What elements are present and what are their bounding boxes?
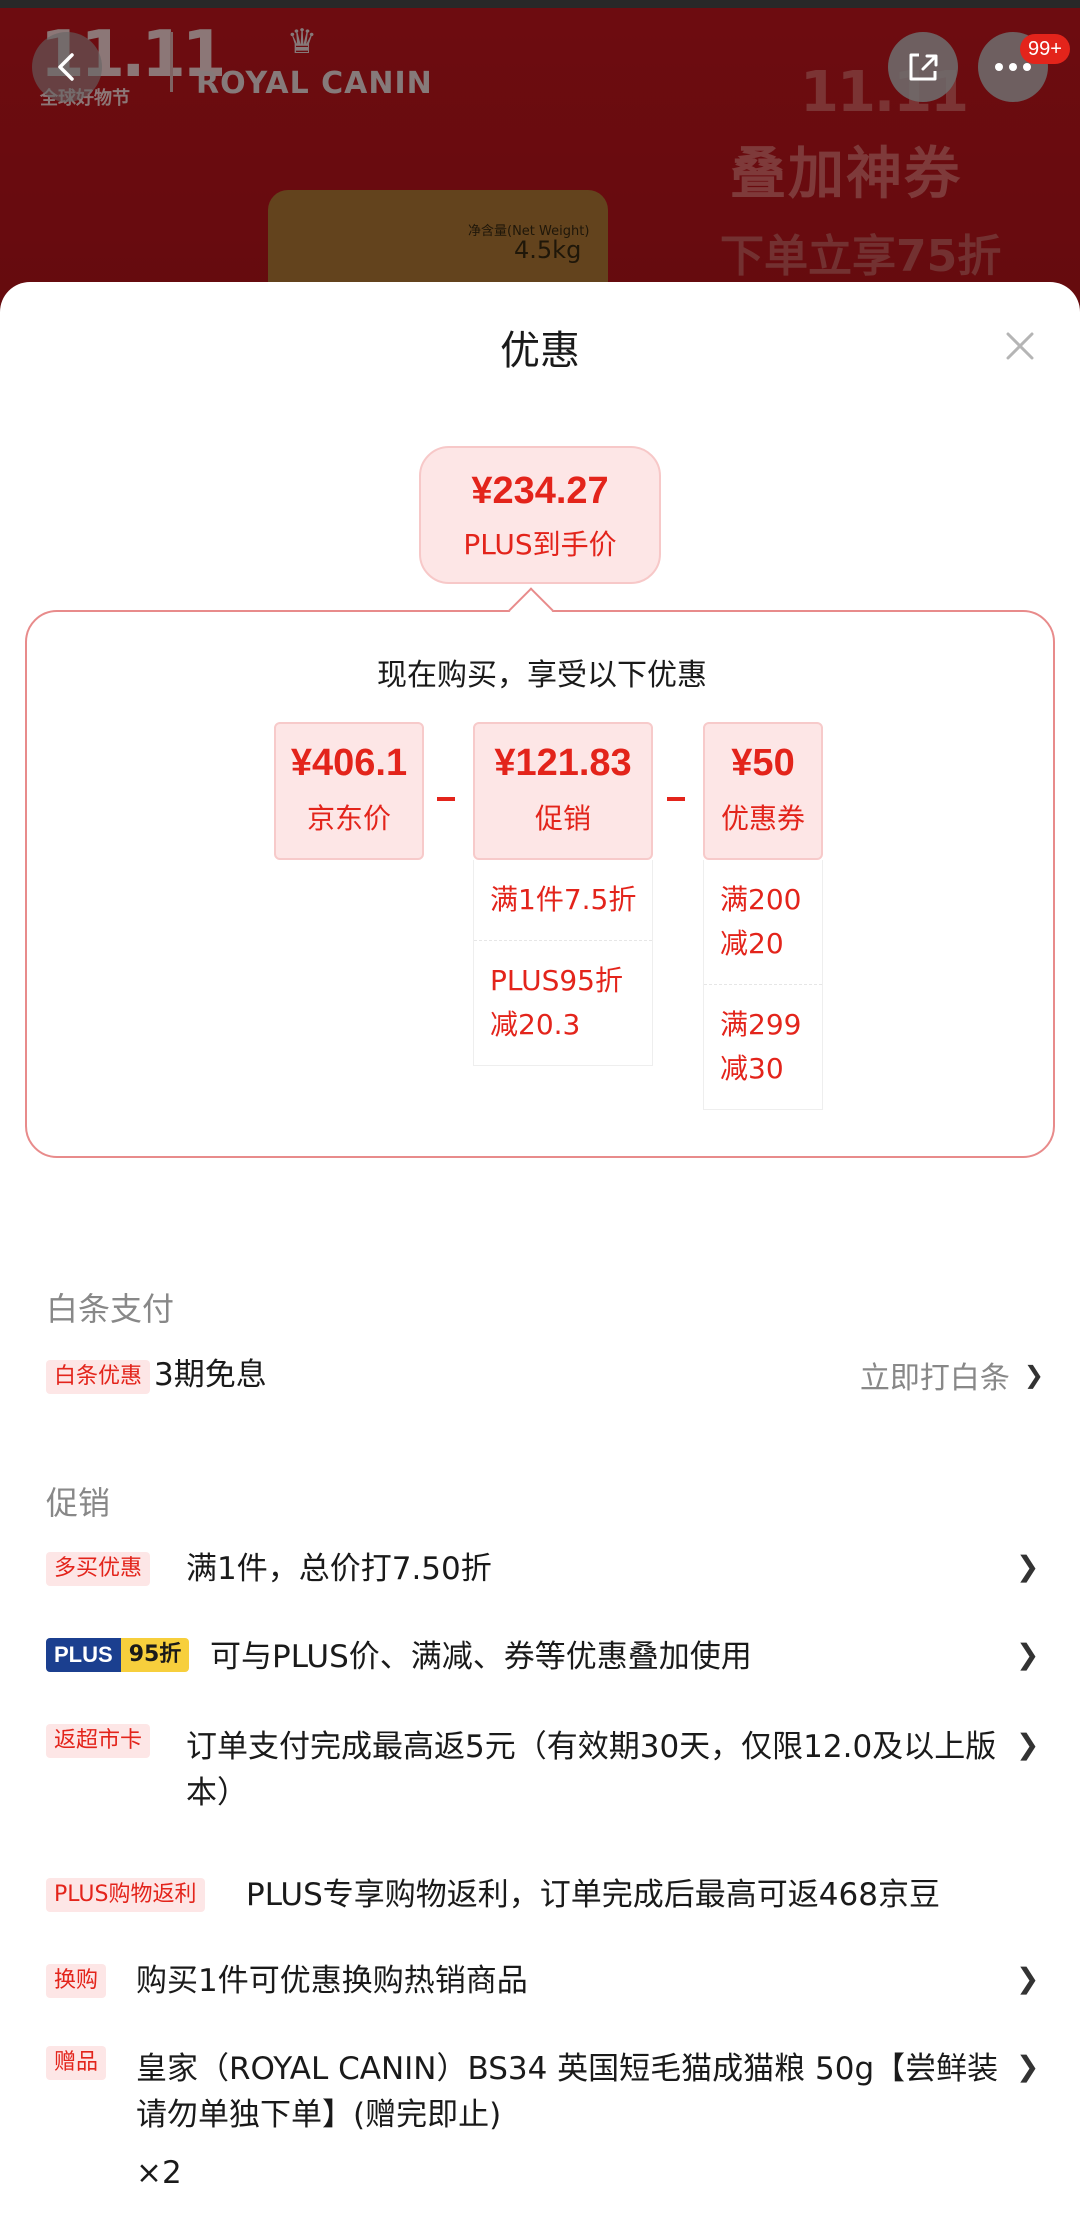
coupon-box: ¥50 优惠券	[703, 722, 823, 860]
share-button[interactable]	[888, 32, 958, 102]
promotion-detail-item: 满1件7.5折	[490, 883, 637, 916]
promotion-tag: 多买优惠	[46, 1552, 151, 1586]
plus-final-price: ¥234.27 PLUS到手价	[419, 446, 661, 584]
promotion-tag: 换购	[46, 1964, 107, 1998]
promotion-row[interactable]: PLUS 95折 可与PLUS价、满减、券等优惠叠加使用 ❯	[46, 1634, 1046, 1690]
promotion-details: 满1件7.5折 PLUS95折 减20.3	[473, 860, 653, 1066]
final-price-label: PLUS到手价	[463, 528, 617, 561]
message-badge: 99+	[1020, 34, 1070, 64]
jd-price-value: ¥406.1	[290, 742, 408, 784]
baitiao-action-label: 立即打白条	[859, 1361, 1010, 1396]
plus-tag-label: PLUS	[46, 1638, 121, 1672]
baitiao-tag: 白条优惠	[46, 1360, 151, 1394]
promotion-text: 满1件，总价打7.50折	[186, 1551, 492, 1587]
close-button[interactable]	[996, 322, 1044, 370]
chevron-right-icon: ❯	[1016, 1962, 1040, 1995]
coupon-label: 优惠券	[720, 802, 805, 835]
promotion-text: 购买1件可优惠换购热销商品	[136, 1963, 528, 1999]
baitiao-section-title: 白条支付	[46, 1290, 175, 1328]
jd-price-label: 京东价	[306, 802, 391, 835]
promotion-tag: PLUS购物返利	[46, 1878, 205, 1912]
promotion-text: PLUS专享购物返利，订单完成后最高可返468京豆	[246, 1877, 940, 1913]
chevron-right-icon: ❯	[1016, 2050, 1040, 2083]
promotion-row: PLUS购物返利 PLUS专享购物返利，订单完成后最高可返468京豆	[46, 1872, 1046, 1928]
promotion-text: 订单支付完成最高返5元（有效期30天，仅限12.0及以上版本）	[186, 1729, 997, 1811]
close-icon	[1006, 332, 1034, 360]
promotion-value: ¥121.83	[494, 742, 632, 784]
minus-sign	[667, 797, 685, 801]
chevron-right-icon: ❯	[1016, 1638, 1040, 1671]
final-price-amount: ¥234.27	[471, 470, 609, 512]
gift-text: 皇家（ROYAL CANIN）BS34 英国短毛猫成猫粮 50g【尝鲜装 请勿单…	[136, 2051, 999, 2133]
breakdown-subtitle: 现在购买，享受以下优惠	[377, 658, 707, 693]
gift-quantity: ×2	[136, 2155, 182, 2191]
promotions-section-title: 促销	[46, 1484, 111, 1522]
chevron-right-icon: ❯	[1016, 1728, 1040, 1761]
promotion-label: 促销	[534, 802, 591, 835]
promotion-detail-item: PLUS95折 减20.3	[474, 940, 652, 1065]
promotion-row[interactable]: 返超市卡 订单支付完成最高返5元（有效期30天，仅限12.0及以上版本） ❯	[46, 1724, 1046, 1824]
discount-95-label: 95折	[120, 1638, 190, 1672]
chevron-right-icon: ❯	[1023, 1361, 1044, 1389]
promotion-row[interactable]: 换购 购买1件可优惠换购热销商品 ❯	[46, 1958, 1046, 2014]
promotion-tag: 赠品	[46, 2046, 107, 2080]
baitiao-action[interactable]: 立即打白条 ❯	[860, 1352, 1044, 1398]
discount-sheet: 优惠 ¥234.27 PLUS到手价 现在购买，享受以下优惠 ¥406.1 京东…	[0, 282, 1080, 2214]
coupon-details: 满200 减20 满299 减30	[703, 860, 823, 1110]
back-button[interactable]	[32, 32, 102, 102]
promotion-text: 可与PLUS价、满减、券等优惠叠加使用	[210, 1639, 752, 1675]
promotion-tag: 返超市卡	[46, 1724, 151, 1758]
coupon-detail-item: 满299 减30	[704, 984, 822, 1109]
plus-95-tag: PLUS 95折	[46, 1638, 190, 1672]
coupon-detail-item: 满200 减20	[720, 883, 802, 960]
share-icon	[909, 53, 938, 81]
promotion-row[interactable]: 赠品 皇家（ROYAL CANIN）BS34 英国短毛猫成猫粮 50g【尝鲜装 …	[46, 2046, 1046, 2206]
coupon-value: ¥50	[731, 742, 795, 784]
promotion-row[interactable]: 多买优惠 满1件，总价打7.50折 ❯	[46, 1546, 1046, 1602]
minus-sign	[437, 797, 455, 801]
more-icon	[995, 63, 1031, 71]
jd-price-box: ¥406.1 京东价	[274, 722, 424, 860]
chevron-right-icon: ❯	[1016, 1550, 1040, 1583]
back-icon	[58, 53, 74, 81]
promotion-box: ¥121.83 促销	[473, 722, 653, 860]
sheet-title: 优惠	[500, 328, 580, 374]
baitiao-text: 3期免息	[154, 1357, 267, 1393]
price-breakdown: 现在购买，享受以下优惠 ¥406.1 京东价 ¥121.83 促销 满1件7.5…	[25, 610, 1055, 1158]
